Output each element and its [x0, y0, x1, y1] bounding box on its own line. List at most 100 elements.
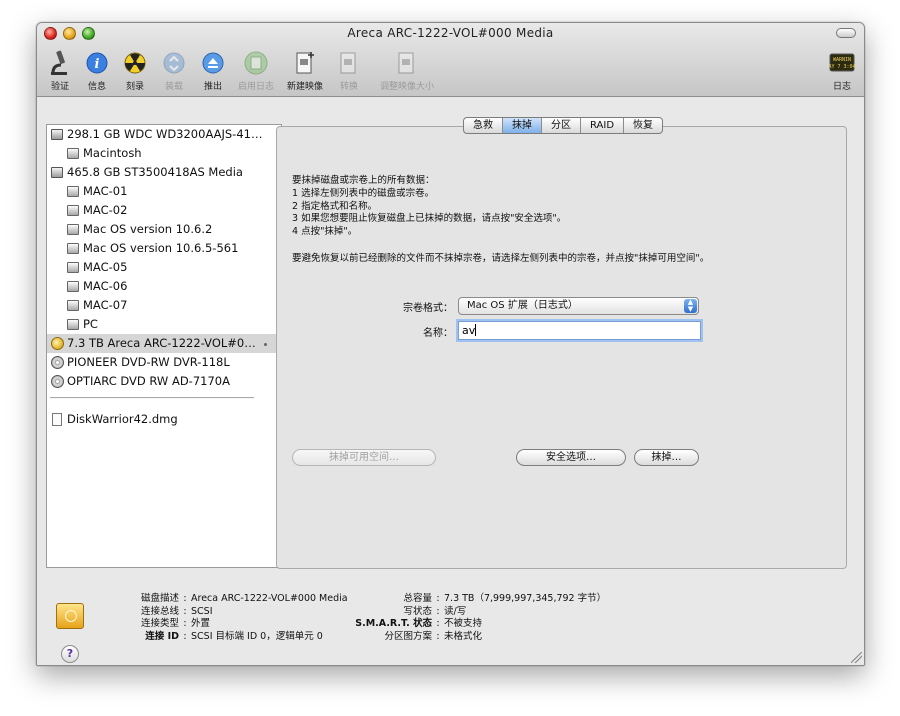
tab-raid[interactable]: RAID	[581, 118, 625, 133]
eject-icon	[202, 52, 224, 74]
resize-grip[interactable]	[851, 652, 862, 663]
info-icon: i	[86, 52, 108, 74]
volume-icon	[67, 224, 79, 235]
sidebar-item-label: Mac OS version 10.6.2	[83, 222, 213, 236]
svg-text:AY 7 3:04: AY 7 3:04	[829, 64, 855, 70]
erase-free-space-note: 要避免恢复以前已经删除的文件而不抹掉宗卷，请选择左侧列表中的宗卷，并点按"抹掉可…	[292, 253, 710, 264]
help-button[interactable]: ?	[61, 645, 79, 663]
info-separator: :	[436, 605, 440, 617]
info-value: 未格式化	[444, 630, 483, 642]
splitter-handle[interactable]	[264, 343, 267, 346]
enable-journal-icon	[244, 51, 268, 75]
info-separator: :	[183, 618, 187, 630]
info-key: 分区图方案	[384, 630, 432, 642]
disk-image-icon	[52, 413, 62, 426]
titlebar: Areca ARC-1222-VOL#000 Media 验证 i 信息 刻录 …	[37, 23, 864, 97]
sidebar-item-volume-mac-01[interactable]: MAC-01	[47, 182, 281, 201]
info-right-column: 总容量:7.3 TB（7,999,997,345,792 字节） 写状态: 读/写…	[342, 593, 606, 643]
tab-bar: 急救 抹掉 分区 RAID 恢复	[463, 117, 664, 134]
volume-icon	[67, 319, 79, 330]
eject-label: 推出	[203, 82, 222, 92]
volume-icon	[67, 243, 79, 254]
info-row: 连接类型: 外置	[97, 618, 348, 631]
info-separator: :	[436, 630, 440, 642]
raid-disk-icon	[51, 337, 64, 350]
info-row: 总容量:7.3 TB（7,999,997,345,792 字节）	[342, 593, 606, 606]
sidebar-item-disk-areca[interactable]: 7.3 TB Areca ARC-1222-VOL#0…	[47, 334, 281, 353]
sidebar-item-volume-mac-06[interactable]: MAC-06	[47, 277, 281, 296]
info-key: 连接类型	[140, 618, 179, 630]
info-key: 磁盘描述	[140, 593, 179, 604]
info-value: 不被支持	[444, 618, 483, 630]
volume-icon	[67, 262, 79, 273]
erase-button[interactable]: 抹掉…	[634, 449, 699, 466]
info-row: 磁盘描述: Areca ARC-1222-VOL#000 Media	[97, 593, 348, 606]
volume-format-label: 宗卷格式：	[403, 303, 453, 314]
volume-icon	[67, 281, 79, 292]
info-separator: :	[183, 630, 187, 642]
info-separator: :	[183, 605, 187, 617]
convert-icon	[340, 52, 356, 74]
instruction-line: 3 如果您想要阻止恢复磁盘上已抹掉的数据，请点按"安全选项"。	[292, 213, 567, 225]
sidebar-item-volume-mac-02[interactable]: MAC-02	[47, 201, 281, 220]
sidebar-item-label: MAC-01	[83, 184, 128, 198]
sidebar-item-dvd-optiarc[interactable]: OPTIARC DVD RW AD-7170A	[47, 372, 281, 391]
convert-toolbar-button[interactable]: 转换	[326, 49, 372, 92]
optical-drive-icon	[51, 375, 64, 388]
resize-image-toolbar-button[interactable]: 调整映像大小	[379, 49, 435, 92]
instruction-line: 2 指定格式和名称。	[292, 200, 378, 212]
window-title: Areca ARC-1222-VOL#000 Media	[347, 26, 554, 40]
new-image-icon	[296, 52, 314, 74]
disk-list[interactable]: 298.1 GB WDC WD3200AAJS-41… Macintosh 46…	[46, 124, 282, 568]
main-content: 298.1 GB WDC WD3200AAJS-41… Macintosh 46…	[37, 97, 864, 665]
info-key: S.M.A.R.T. 状态	[355, 618, 432, 630]
text-caret	[475, 324, 477, 336]
erase-free-space-button[interactable]: 抹掉可用空间…	[292, 449, 436, 466]
info-row: 连接 ID: SCSI 目标端 ID 0，逻辑单元 0	[97, 631, 348, 644]
volume-name-field[interactable]: av	[458, 321, 701, 340]
sidebar-item-disk-wdc[interactable]: 298.1 GB WDC WD3200AAJS-41…	[47, 125, 281, 144]
info-key: 写状态	[403, 605, 432, 617]
sidebar-item-label: OPTIARC DVD RW AD-7170A	[67, 374, 230, 388]
volume-name-value: av	[462, 324, 476, 337]
sidebar-item-label: PIONEER DVD-RW DVR-118L	[67, 355, 230, 369]
tab-partition[interactable]: 分区	[542, 118, 581, 133]
volume-icon	[67, 205, 79, 216]
sidebar-item-volume-macintosh[interactable]: Macintosh	[47, 144, 281, 163]
sidebar-item-dvd-pioneer[interactable]: PIONEER DVD-RW DVR-118L	[47, 353, 281, 372]
info-row: S.M.A.R.T. 状态: 不被支持	[342, 618, 606, 631]
enable-journal-toolbar-button[interactable]: 启用日志	[233, 49, 279, 92]
info-separator: :	[436, 593, 440, 604]
info-row: 分区图方案: 未格式化	[342, 631, 606, 644]
volume-icon	[67, 300, 79, 311]
microscope-icon	[51, 50, 67, 75]
disk-info-bar: ? 磁盘描述: Areca ARC-1222-VOL#000 Media 连接总线…	[37, 585, 864, 665]
sidebar-item-volume-macos-1062[interactable]: Mac OS version 10.6.2	[47, 220, 281, 239]
info-separator: :	[436, 618, 440, 630]
volume-format-select[interactable]: Mac OS 扩展（日志式） ▲ ▼	[458, 297, 699, 315]
sidebar-item-volume-macos-1065[interactable]: Mac OS version 10.6.5-561	[47, 239, 281, 258]
erase-instructions: 要抹掉磁盘或宗卷上的所有数据： 1 选择左侧列表中的磁盘或宗卷。 2 指定格式和…	[292, 175, 566, 239]
log-toolbar-button[interactable]: WARNIN AY 7 3:04 日志	[819, 49, 864, 92]
new-image-label: 新建映像	[286, 82, 323, 92]
info-row: 写状态: 读/写	[342, 606, 606, 619]
tab-first-aid[interactable]: 急救	[464, 118, 503, 133]
eject-toolbar-button[interactable]: 推出	[190, 49, 236, 92]
new-image-toolbar-button[interactable]: 新建映像	[282, 49, 328, 92]
sidebar-item-label: 7.3 TB Areca ARC-1222-VOL#0…	[67, 336, 256, 350]
sidebar-item-image-diskwarrior[interactable]: DiskWarrior42.dmg	[47, 410, 281, 429]
tab-restore[interactable]: 恢复	[624, 118, 662, 133]
sidebar-item-volume-mac-05[interactable]: MAC-05	[47, 258, 281, 277]
toolbar-toggle-button[interactable]	[836, 28, 856, 38]
sidebar-item-volume-pc[interactable]: PC	[47, 315, 281, 334]
sidebar-item-label: PC	[83, 317, 98, 331]
log-icon: WARNIN AY 7 3:04	[829, 53, 855, 72]
info-value: 7.3 TB（7,999,997,345,792 字节）	[444, 593, 607, 604]
sidebar-item-volume-mac-07[interactable]: MAC-07	[47, 296, 281, 315]
disk-utility-window: Areca ARC-1222-VOL#000 Media 验证 i 信息 刻录 …	[36, 22, 865, 666]
info-value: Areca ARC-1222-VOL#000 Media	[191, 593, 348, 604]
security-options-button[interactable]: 安全选项…	[516, 449, 626, 466]
tab-erase[interactable]: 抹掉	[503, 118, 542, 133]
info-separator: :	[183, 593, 187, 604]
sidebar-item-disk-st3500[interactable]: 465.8 GB ST3500418AS Media	[47, 163, 281, 182]
